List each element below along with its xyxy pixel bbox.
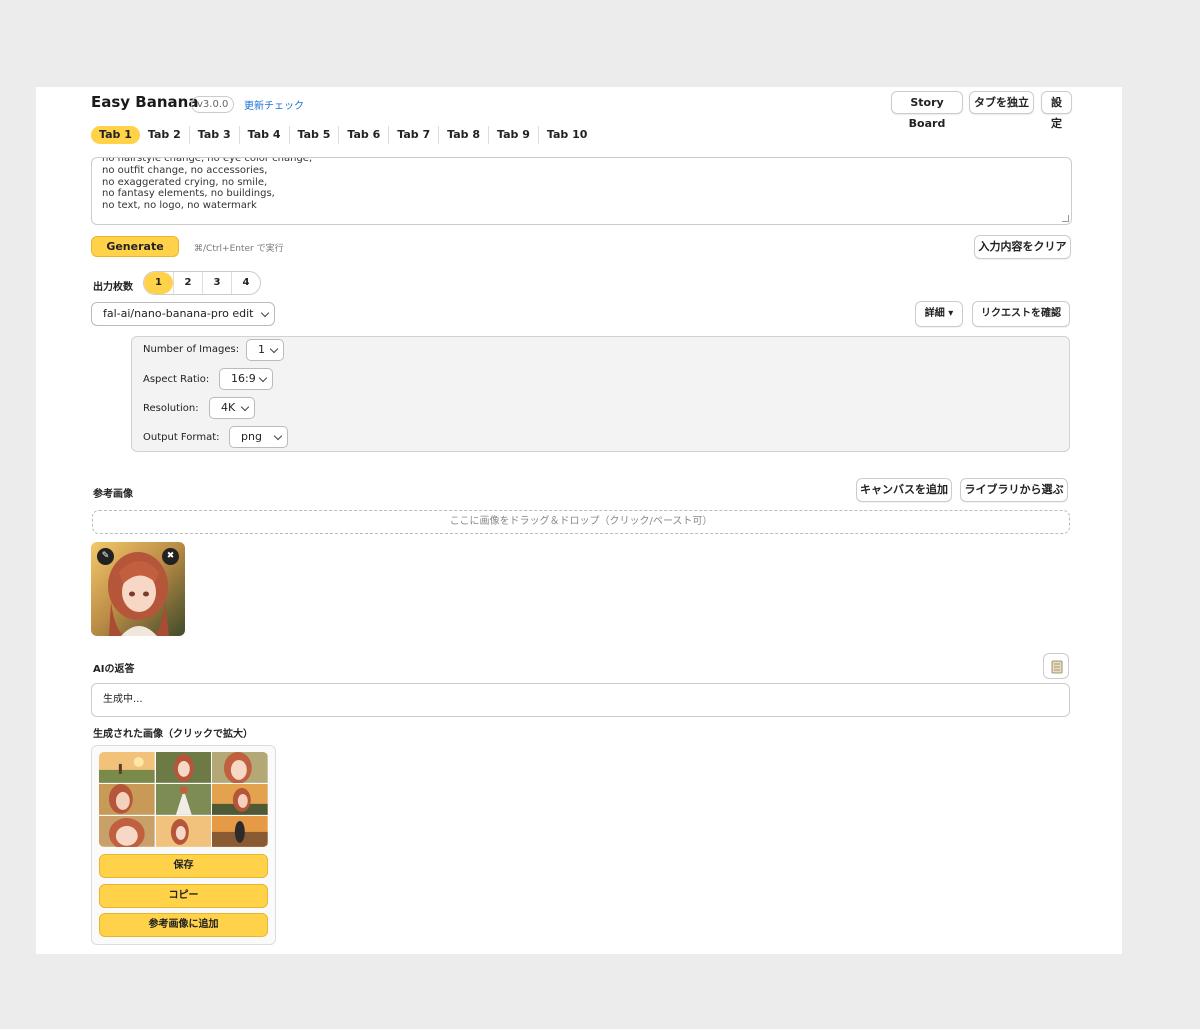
tab-1[interactable]: Tab 1: [91, 126, 140, 144]
output-format-label: Output Format:: [143, 432, 220, 443]
count-option-3[interactable]: 3: [202, 272, 231, 294]
generated-label: 生成された画像（クリックで拡大）: [93, 729, 253, 740]
params-panel: Number of Images: 1 Aspect Ratio: 16:9 R…: [131, 336, 1070, 452]
tab-10[interactable]: Tab 10: [537, 126, 596, 144]
model-select[interactable]: fal-ai/nano-banana-pro edit: [91, 302, 275, 326]
library-button[interactable]: ライブラリから選ぶ: [960, 478, 1068, 502]
generated-image-card: 保存 コピー 参考画像に追加: [91, 745, 276, 945]
check-request-button[interactable]: リクエストを確認: [972, 301, 1070, 327]
tab-4[interactable]: Tab 4: [238, 126, 289, 144]
remove-icon[interactable]: ✖: [162, 548, 179, 565]
grid-cell-9: [212, 816, 268, 847]
tab-7[interactable]: Tab 7: [388, 126, 438, 144]
count-option-1[interactable]: 1: [144, 272, 173, 294]
app-window: Easy Banana v3.0.0 更新チェック Story Board タブ…: [36, 87, 1122, 954]
grid-cell-7: [99, 816, 155, 847]
app-title: Easy Banana: [91, 93, 199, 111]
notes-icon: [1051, 660, 1063, 674]
edit-icon[interactable]: ✎: [97, 548, 114, 565]
aspect-ratio-select[interactable]: 16:9: [219, 368, 273, 390]
ai-response-label: AIの返答: [93, 664, 135, 675]
output-count-selector: 1 2 3 4: [143, 271, 261, 295]
tab-bar: Tab 1 Tab 2 Tab 3 Tab 4 Tab 5 Tab 6 Tab …: [91, 125, 595, 145]
chevron-down-icon: [240, 402, 250, 412]
grid-cell-8: [155, 816, 212, 847]
resize-handle[interactable]: [1062, 215, 1069, 222]
reference-label: 参考画像: [93, 489, 133, 500]
tab-9[interactable]: Tab 9: [488, 126, 538, 144]
chevron-down-icon: [258, 373, 268, 383]
count-option-2[interactable]: 2: [173, 272, 202, 294]
grid-cell-3: [212, 752, 268, 783]
grid-cell-5: [155, 784, 212, 815]
detach-tab-button[interactable]: タブを独立: [969, 91, 1034, 114]
aspect-ratio-label: Aspect Ratio:: [143, 374, 210, 385]
clear-input-button[interactable]: 入力内容をクリア: [974, 235, 1071, 259]
reference-thumbnail[interactable]: ✎ ✖: [91, 542, 185, 636]
chevron-down-icon: [269, 344, 279, 354]
grid-cell-6: [212, 784, 268, 815]
count-option-4[interactable]: 4: [231, 272, 260, 294]
story-board-button[interactable]: Story Board: [891, 91, 963, 130]
copy-button[interactable]: コピー: [99, 884, 268, 908]
notes-button[interactable]: [1043, 653, 1069, 679]
chevron-down-icon: [273, 431, 283, 441]
generated-image-grid[interactable]: [99, 752, 268, 847]
prompt-textarea[interactable]: no hairstyle change, no eye color change…: [91, 157, 1072, 225]
add-to-reference-button[interactable]: 参考画像に追加: [99, 913, 268, 937]
image-dropzone[interactable]: ここに画像をドラッグ＆ドロップ（クリック/ペースト可）: [92, 510, 1070, 534]
chevron-down-icon: [260, 308, 270, 318]
num-images-label: Number of Images:: [143, 344, 240, 355]
resolution-value: 4K: [221, 401, 236, 414]
output-format-select[interactable]: png: [229, 426, 288, 448]
prompt-text: no hairstyle change, no eye color change…: [102, 157, 313, 212]
num-images-select[interactable]: 1: [246, 339, 284, 361]
settings-button[interactable]: 設定: [1041, 91, 1072, 130]
output-format-value: png: [241, 430, 262, 443]
generate-button[interactable]: Generate: [91, 236, 179, 257]
shortcut-hint: ⌘/Ctrl+Enter で実行: [194, 244, 284, 254]
model-select-value: fal-ai/nano-banana-pro edit: [103, 307, 254, 320]
output-count-label: 出力枚数: [93, 282, 133, 293]
update-check-link[interactable]: 更新チェック: [244, 97, 304, 112]
version-badge: v3.0.0: [191, 96, 235, 113]
grid-cell-1: [99, 752, 155, 783]
grid-cell-2: [155, 752, 212, 783]
tab-3[interactable]: Tab 3: [188, 126, 239, 144]
ai-response-box: 生成中...: [91, 683, 1070, 717]
tab-2[interactable]: Tab 2: [140, 126, 189, 144]
tab-8[interactable]: Tab 8: [438, 126, 488, 144]
tab-5[interactable]: Tab 5: [288, 126, 339, 144]
resolution-label: Resolution:: [143, 403, 199, 414]
detail-button[interactable]: 詳細 ▾: [915, 301, 963, 327]
grid-cell-4: [99, 784, 155, 815]
add-canvas-button[interactable]: キャンバスを追加: [856, 478, 952, 502]
save-button[interactable]: 保存: [99, 854, 268, 878]
num-images-value: 1: [258, 343, 265, 356]
resolution-select[interactable]: 4K: [209, 397, 255, 419]
tab-6[interactable]: Tab 6: [338, 126, 388, 144]
aspect-ratio-value: 16:9: [231, 372, 256, 385]
